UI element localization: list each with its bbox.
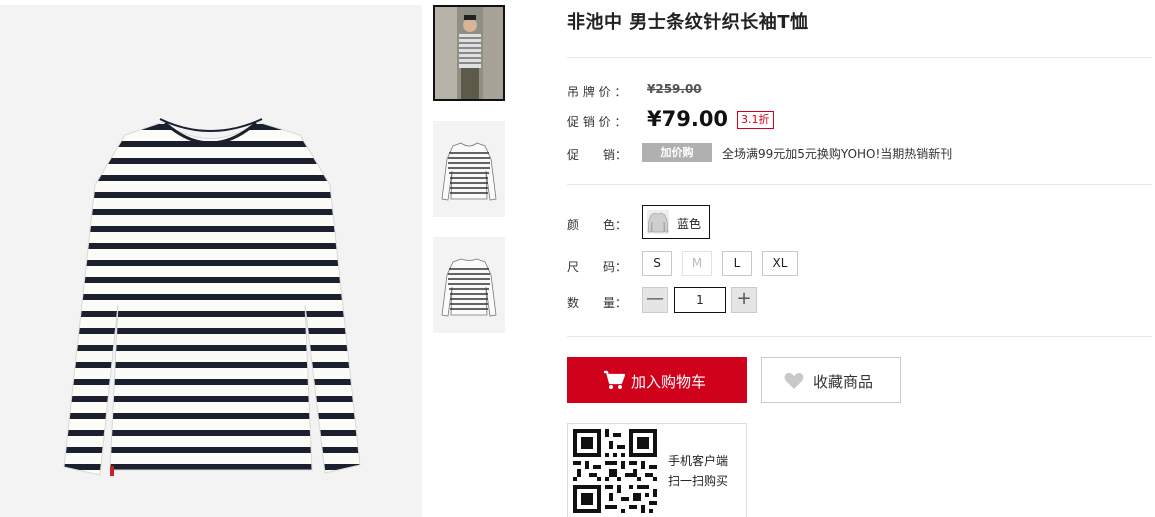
size-option-l[interactable]: L (722, 251, 752, 276)
add-to-cart-button[interactable]: 加入购物车 (567, 357, 747, 403)
divider (567, 184, 1152, 185)
quantity-label: 数 量： (567, 296, 628, 310)
color-swatch-icon (647, 210, 669, 234)
size-label: 尺 码： (567, 260, 628, 274)
favorite-button[interactable]: 收藏商品 (761, 357, 901, 403)
color-option-blue[interactable]: 蓝色 (642, 205, 710, 239)
thumbnail-front[interactable] (433, 121, 505, 217)
qr-caption-line2: 扫一扫购买 (668, 474, 729, 488)
qr-code-icon (573, 429, 657, 513)
divider (567, 336, 1152, 337)
color-option-label: 蓝色 (677, 217, 702, 231)
promotion-label: 促 销： (567, 148, 628, 162)
thumbnail-back[interactable] (433, 237, 505, 333)
shirt-illustration (63, 118, 361, 476)
divider (567, 57, 1152, 58)
product-title: 非池中 男士条纹针织长袖T恤 (567, 12, 809, 33)
add-to-cart-label: 加入购物车 (631, 373, 707, 391)
size-option-xl[interactable]: XL (762, 251, 798, 276)
sale-price-value: ¥79.00 (647, 107, 729, 131)
size-option-m[interactable]: M (682, 251, 712, 276)
promotion-badge: 加价购 (642, 143, 712, 162)
sale-price-label: 促 销 价 ： (567, 115, 627, 129)
shirt-back-icon (433, 237, 505, 333)
thumbnail-model[interactable] (433, 5, 505, 101)
favorite-label: 收藏商品 (813, 373, 874, 391)
color-label: 颜 色： (567, 218, 628, 232)
qr-caption-line1: 手机客户端 (668, 454, 729, 468)
size-option-s[interactable]: S (642, 251, 672, 276)
shirt-front-icon (433, 121, 505, 217)
quantity-increase-button[interactable]: + (731, 287, 757, 313)
discount-badge: 3.1折 (737, 111, 774, 129)
tag-price-value: ¥259.00 (647, 82, 702, 96)
tag-price-label: 吊 牌 价 ： (567, 85, 627, 99)
qr-code-panel: 手机客户端 扫一扫购买 (567, 423, 747, 517)
quantity-input[interactable]: 1 (674, 287, 726, 313)
heart-icon (784, 372, 804, 389)
main-product-image (0, 5, 422, 517)
quantity-decrease-button[interactable]: — (642, 287, 668, 313)
promotion-text: 全场满99元加5元换购YOHO!当期热销新刊 (722, 147, 953, 161)
shopping-cart-icon (604, 370, 625, 389)
model-photo (435, 7, 503, 99)
